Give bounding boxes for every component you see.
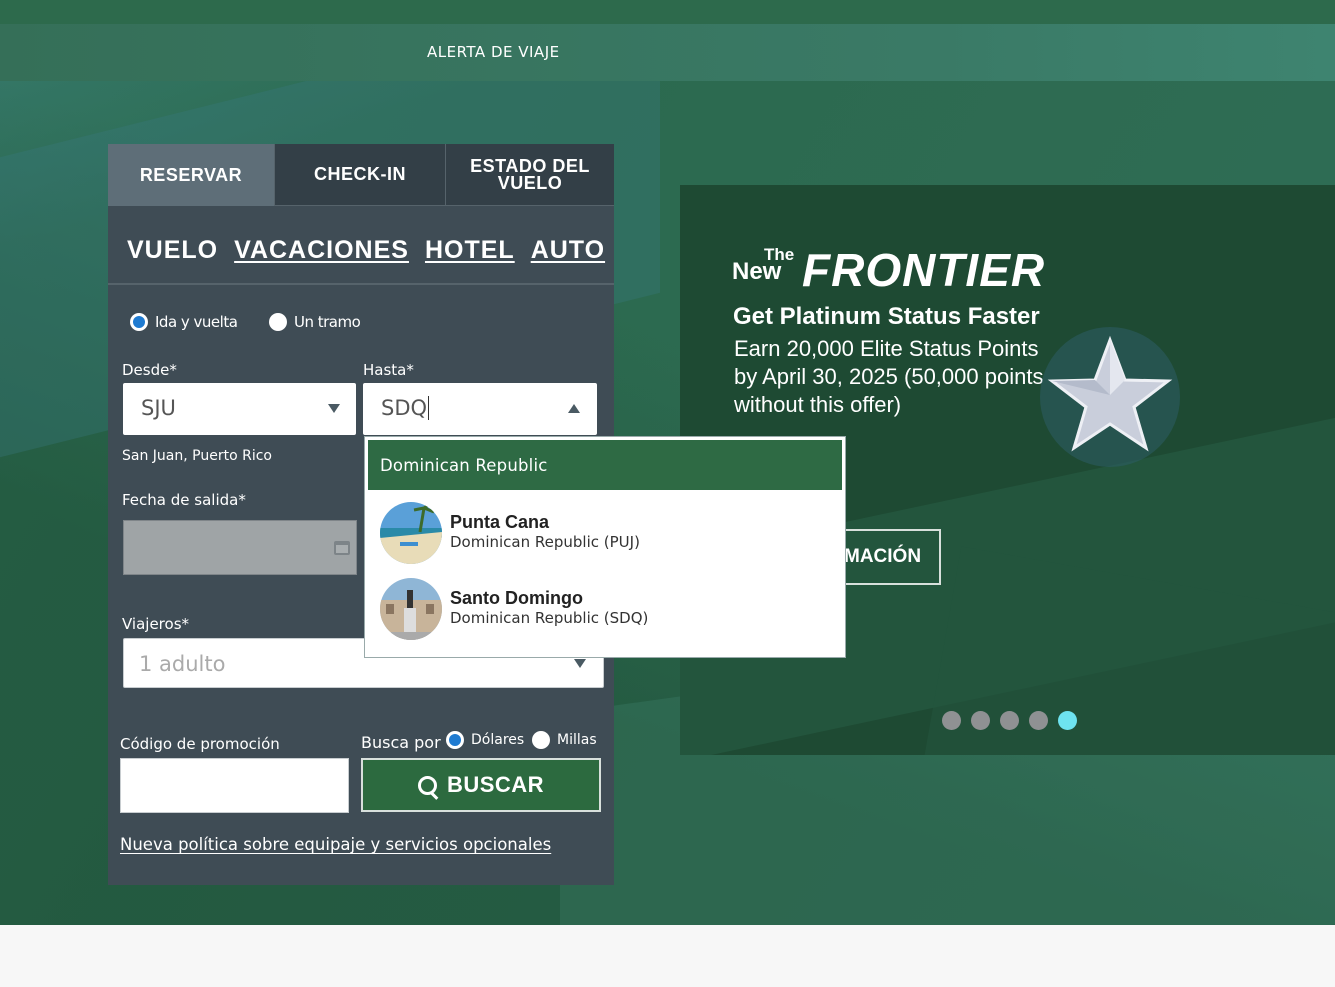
mode-hotel[interactable]: HOTEL xyxy=(425,236,515,265)
radio-one-way[interactable]: Un tramo xyxy=(269,313,361,331)
carousel-dot[interactable] xyxy=(1000,711,1019,730)
departure-date-field[interactable] xyxy=(123,520,357,575)
radio-miles[interactable]: Millas xyxy=(532,731,597,749)
star-icon xyxy=(1040,327,1180,467)
divider xyxy=(108,283,614,285)
from-city: San Juan, Puerto Rico xyxy=(122,448,272,464)
travelers-label: Viajeros* xyxy=(122,615,190,633)
page-footer-area xyxy=(0,925,1335,987)
tab-flight-status-label: ESTADO DEL VUELO xyxy=(470,155,590,193)
radio-miles-label: Millas xyxy=(557,732,597,748)
tab-reservar[interactable]: RESERVAR xyxy=(108,144,275,206)
logo-brand: FRONTIER xyxy=(802,244,1046,296)
dropdown-option-punta-cana[interactable]: Punta Cana Dominican Republic (PUJ) xyxy=(380,502,830,566)
mode-car[interactable]: AUTO xyxy=(531,236,605,265)
travel-alert-bar[interactable]: ALERTA DE VIAJE xyxy=(0,24,1335,81)
radio-dot[interactable] xyxy=(269,313,287,331)
search-icon xyxy=(417,775,437,795)
from-select[interactable]: SJU xyxy=(123,383,356,435)
search-button-label: BUSCAR xyxy=(446,772,545,797)
tab-check-in[interactable]: CHECK-IN xyxy=(275,144,446,206)
dropdown-option-sub: Dominican Republic (PUJ) xyxy=(450,533,640,551)
radio-one-way-label: Un tramo xyxy=(294,313,361,331)
booking-tabs: RESERVAR CHECK-IN ESTADO DEL VUELO xyxy=(108,144,614,206)
radio-dot[interactable] xyxy=(532,731,550,749)
promo-code-input[interactable] xyxy=(120,758,349,813)
carousel-dots xyxy=(942,711,1077,730)
carousel-dot[interactable] xyxy=(971,711,990,730)
radio-dot-selected[interactable] xyxy=(130,313,148,331)
dropdown-country-header[interactable]: Dominican Republic xyxy=(368,440,842,490)
radio-round-trip[interactable]: Ida y vuelta xyxy=(130,313,238,331)
baggage-policy-link[interactable]: Nueva política sobre equipaje y servicio… xyxy=(120,835,551,854)
carousel-dot-active[interactable] xyxy=(1058,711,1077,730)
chevron-down-icon[interactable] xyxy=(328,404,340,413)
dropdown-option-name: Santo Domingo xyxy=(450,588,583,608)
destination-dropdown: Dominican Republic Punta Cana Dominican … xyxy=(364,436,846,658)
promo-headline: Get Platinum Status Faster xyxy=(733,303,1040,330)
more-info-button[interactable]: MACIÓN xyxy=(840,529,941,585)
radio-dot-selected[interactable] xyxy=(446,731,464,749)
to-label: Hasta* xyxy=(363,361,414,379)
from-label: Desde* xyxy=(122,361,177,379)
promo-code-label: Código de promoción xyxy=(120,735,280,753)
to-input[interactable]: SDQ xyxy=(363,383,597,435)
tab-flight-status[interactable]: ESTADO DEL VUELO xyxy=(446,144,614,206)
top-strip xyxy=(0,0,1335,24)
calendar-icon[interactable] xyxy=(334,541,350,555)
dropdown-option-santo-domingo[interactable]: Santo Domingo Dominican Republic (SDQ) xyxy=(380,578,830,642)
radio-dollars[interactable]: Dólares xyxy=(446,731,524,749)
promo-body: Earn 20,000 Elite Status Points by April… xyxy=(734,336,1044,417)
to-value: SDQ xyxy=(381,396,430,420)
radio-round-trip-label: Ida y vuelta xyxy=(155,313,238,331)
search-by-label: Busca por xyxy=(361,733,441,752)
search-button[interactable]: BUSCAR xyxy=(361,758,601,812)
departure-label: Fecha de salida* xyxy=(122,491,246,509)
punta-cana-photo xyxy=(380,502,442,564)
product-modes: VUELO VACACIONES HOTEL AUTO xyxy=(127,236,605,265)
chevron-down-icon[interactable] xyxy=(574,659,586,668)
from-value: SJU xyxy=(141,396,176,420)
chevron-up-icon[interactable] xyxy=(568,404,580,413)
mode-flight[interactable]: VUELO xyxy=(127,236,218,265)
dropdown-option-sub: Dominican Republic (SDQ) xyxy=(450,609,649,627)
carousel-dot[interactable] xyxy=(942,711,961,730)
mode-vacations[interactable]: VACACIONES xyxy=(234,236,409,265)
radio-dollars-label: Dólares xyxy=(471,732,525,748)
carousel-dot[interactable] xyxy=(1029,711,1048,730)
santo-domingo-photo xyxy=(380,578,442,640)
logo-new: New xyxy=(732,258,782,285)
travel-alert-link[interactable]: ALERTA DE VIAJE xyxy=(427,43,560,61)
travelers-value: 1 adulto xyxy=(139,652,226,676)
dropdown-option-name: Punta Cana xyxy=(450,512,550,532)
